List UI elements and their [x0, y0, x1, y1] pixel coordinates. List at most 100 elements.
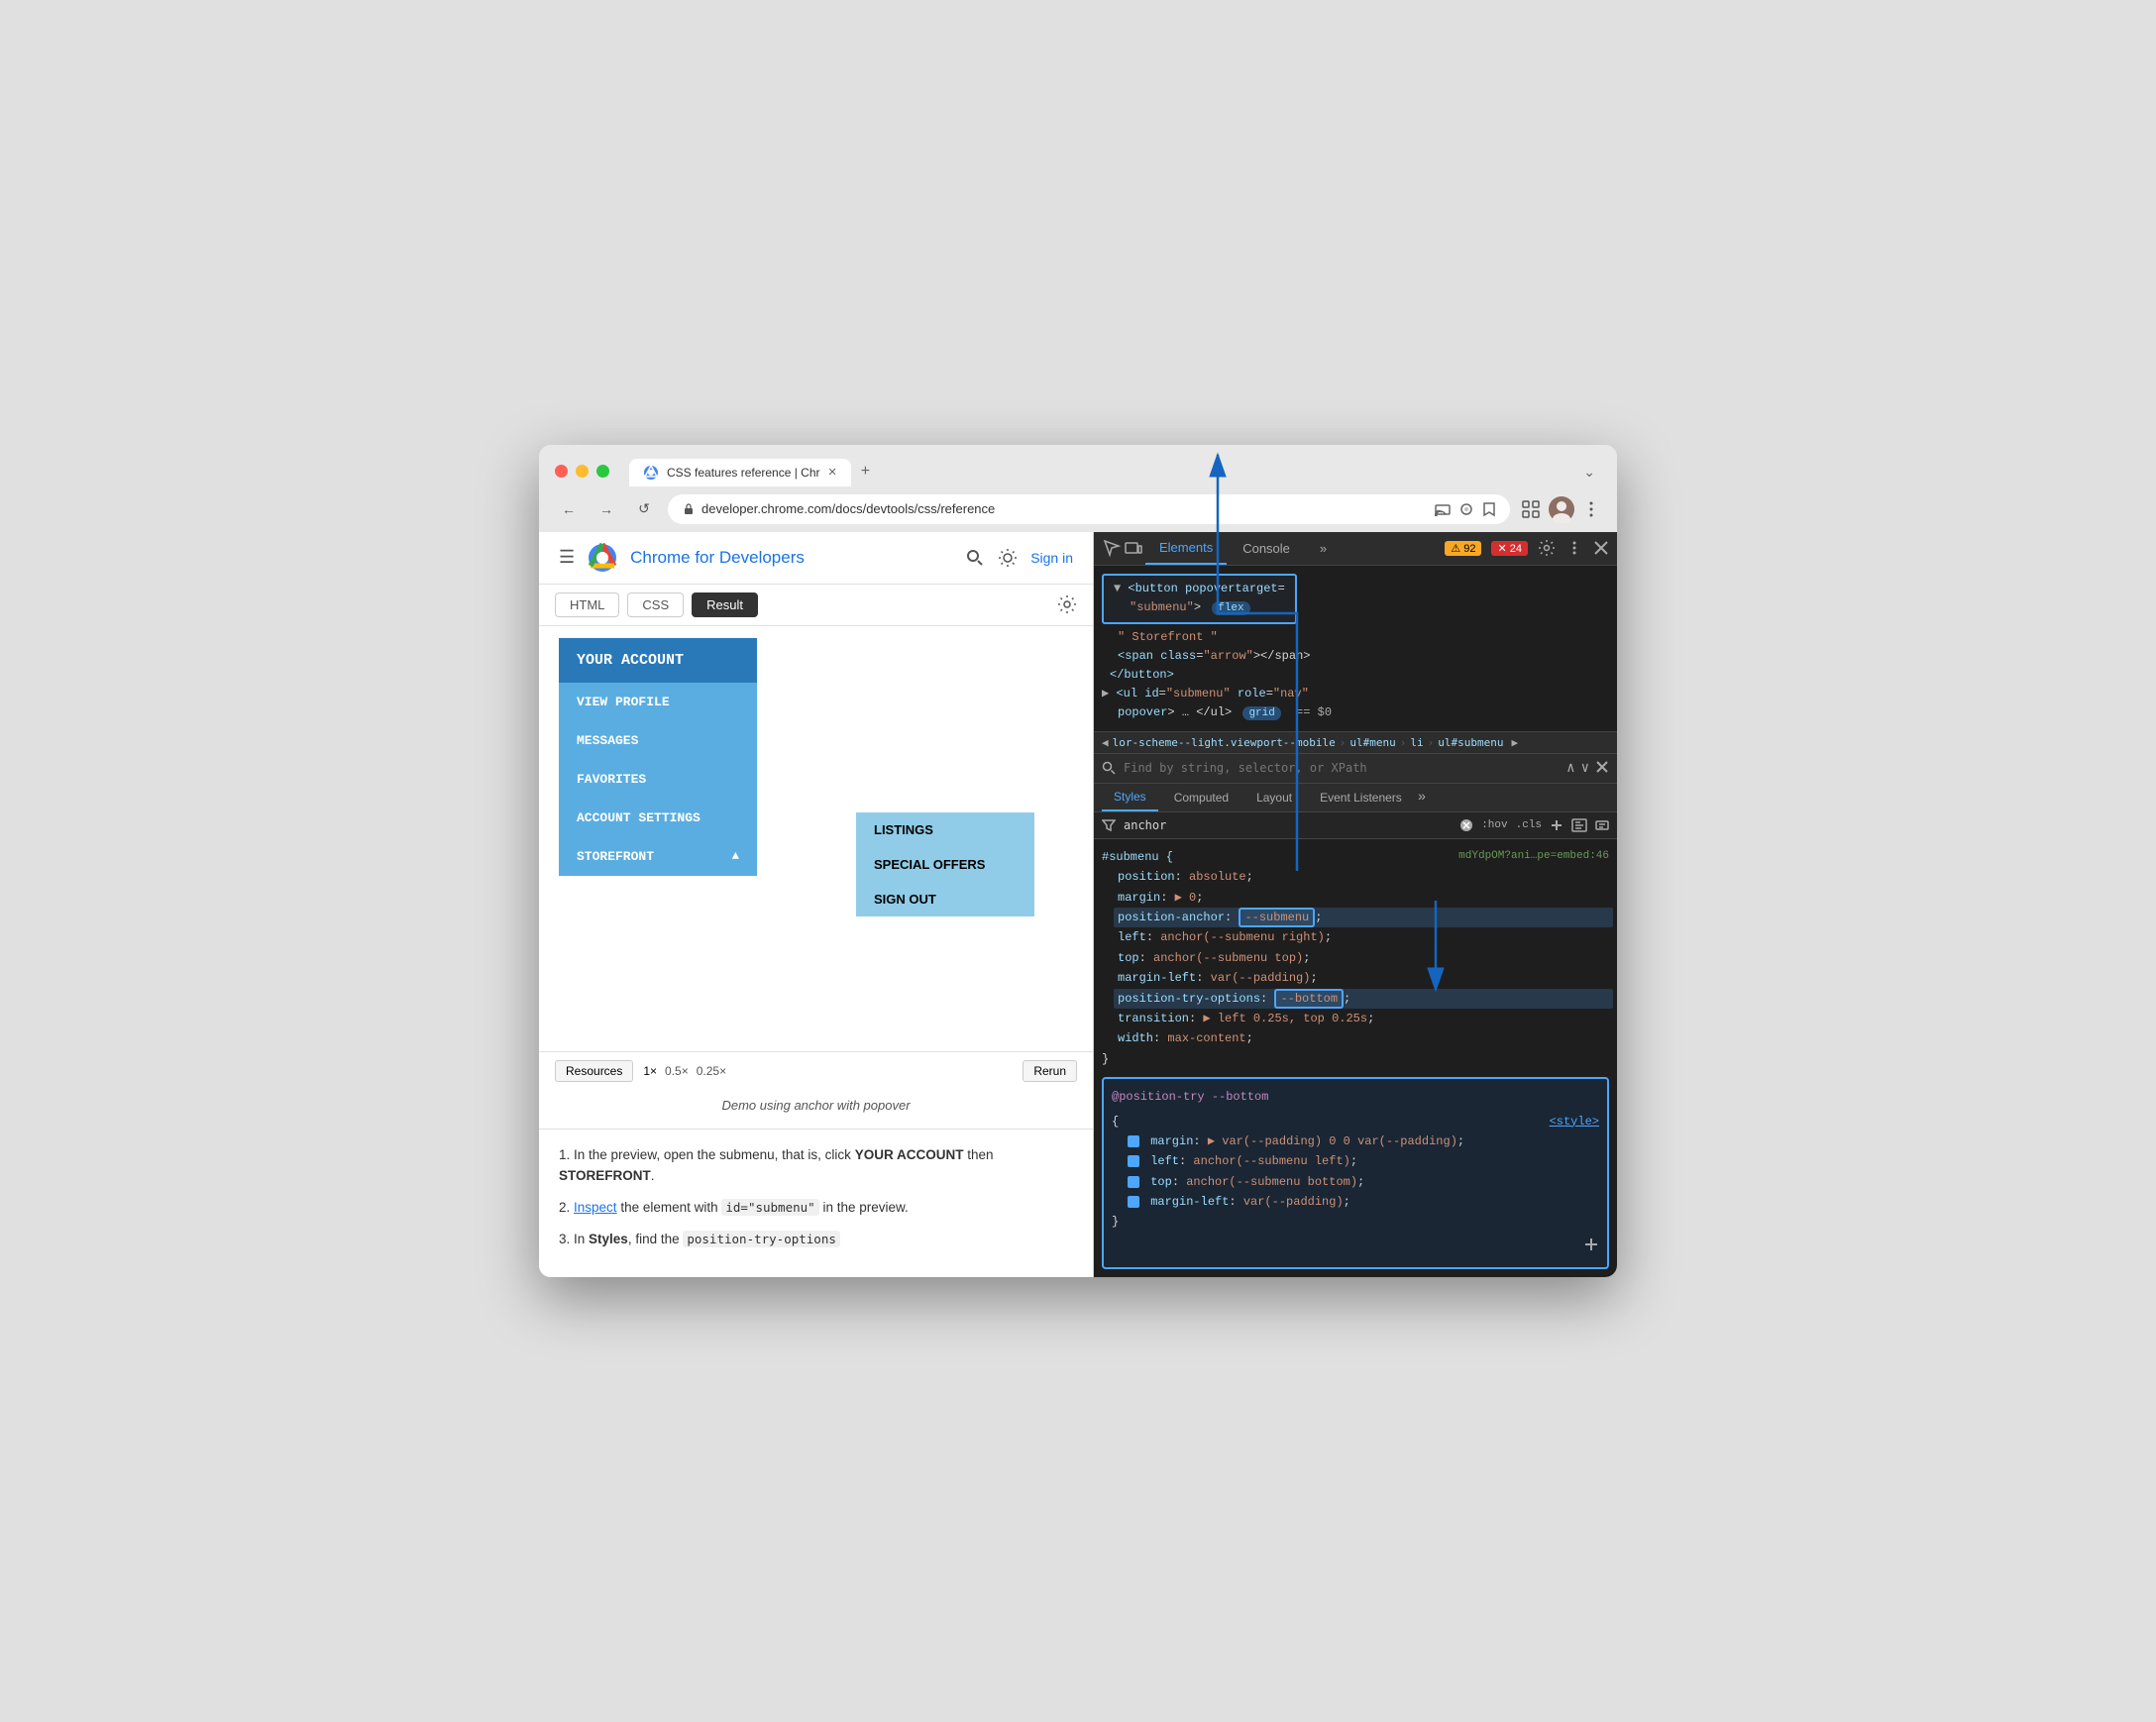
extensions-icon[interactable]: [1520, 498, 1542, 520]
menu-item-account-settings[interactable]: ACCOUNT SETTINGS: [559, 799, 757, 837]
instruction-number: 1.: [559, 1147, 570, 1162]
rerun-button[interactable]: Rerun: [1023, 1060, 1077, 1082]
position-try-header: @position-try --bottom: [1112, 1087, 1599, 1107]
devtools-settings-icon[interactable]: [1538, 539, 1556, 557]
breadcrumb-li[interactable]: li: [1410, 736, 1423, 749]
maximize-button[interactable]: [596, 465, 609, 478]
devtools-close-icon[interactable]: [1593, 540, 1609, 556]
close-button[interactable]: [555, 465, 568, 478]
add-rule-icon[interactable]: [1583, 1237, 1599, 1252]
zoom-1x[interactable]: 1×: [643, 1064, 657, 1078]
bold-storefront: STOREFRONT: [559, 1168, 651, 1183]
minimize-button[interactable]: [576, 465, 589, 478]
browser-content: ☰ Chrome for Developers: [539, 532, 1094, 1278]
back-button[interactable]: ←: [555, 495, 583, 523]
breadcrumb-arrow-left[interactable]: ◀: [1102, 736, 1109, 749]
profile-icon[interactable]: [1548, 495, 1575, 523]
toggle-changes-icon[interactable]: [1595, 818, 1609, 832]
active-tab[interactable]: CSS features reference | Chr ✕: [629, 459, 851, 486]
html-storefront-text: " Storefront ": [1102, 630, 1218, 644]
element-selector-icon[interactable]: [1102, 538, 1122, 558]
checkbox-icon[interactable]: [1128, 1176, 1139, 1188]
breadcrumb-ul-menu[interactable]: ul#menu: [1349, 736, 1395, 749]
device-toolbar-icon[interactable]: [1124, 538, 1143, 558]
tab-computed[interactable]: Computed: [1162, 785, 1240, 810]
class-icon[interactable]: .cls: [1516, 819, 1542, 831]
more-tabs-icon[interactable]: »: [1418, 790, 1426, 806]
tab-close-icon[interactable]: ✕: [828, 466, 837, 479]
search-up-icon[interactable]: ∧: [1566, 760, 1574, 777]
menu-item-view-profile[interactable]: VIEW PROFILE: [559, 683, 757, 721]
position-try-open: { <style>: [1112, 1112, 1599, 1131]
css-rule-selector: #submenu { mdYdpOM?ani…pe=embed:46: [1102, 847, 1609, 867]
menu-icon[interactable]: [1581, 499, 1601, 519]
settings-icon[interactable]: [1057, 594, 1077, 614]
menu-item-messages[interactable]: MESSAGES: [559, 721, 757, 760]
instruction-2: 2. Inspect the element with id="submenu"…: [559, 1198, 1073, 1218]
menu-item-favorites[interactable]: FAVORITES: [559, 760, 757, 799]
pseudo-state-icon[interactable]: :hov: [1481, 819, 1507, 831]
tab-event-listeners[interactable]: Event Listeners: [1308, 785, 1414, 810]
checkbox-icon[interactable]: [1128, 1135, 1139, 1147]
forward-button[interactable]: →: [593, 495, 620, 523]
find-input[interactable]: [1124, 761, 1559, 775]
title-bar: CSS features reference | Chr ✕ + ⌄: [539, 445, 1617, 486]
tab-html[interactable]: HTML: [555, 592, 619, 617]
tab-more[interactable]: »: [1306, 533, 1341, 564]
clear-filter-icon[interactable]: [1459, 818, 1473, 832]
pt-prop-margin-left: margin-left: var(--padding);: [1128, 1192, 1599, 1212]
hamburger-icon[interactable]: ☰: [559, 547, 575, 568]
tab-layout[interactable]: Layout: [1244, 785, 1304, 810]
position-try-props: margin: ▶ var(--padding) 0 0 var(--paddi…: [1112, 1131, 1599, 1213]
filter-input[interactable]: [1124, 818, 1452, 832]
filter-bar: :hov .cls: [1094, 812, 1617, 839]
search-close-icon[interactable]: [1595, 760, 1609, 774]
menu-item-storefront[interactable]: STOREFRONT ▲: [559, 837, 757, 876]
new-tab-button[interactable]: +: [851, 457, 880, 486]
tab-result[interactable]: Result: [692, 592, 758, 617]
inspect-link[interactable]: Inspect: [574, 1200, 617, 1215]
tab-menu-icon[interactable]: ⌄: [1577, 458, 1601, 486]
sign-in-button[interactable]: Sign in: [1030, 550, 1073, 566]
search-icon[interactable]: [965, 548, 985, 568]
breadcrumb-arrow-right[interactable]: ▶: [1512, 736, 1519, 749]
tab-css[interactable]: CSS: [627, 592, 684, 617]
pt-prop-left: left: anchor(--submenu left);: [1128, 1151, 1599, 1171]
submenu-item-listings[interactable]: LISTINGS: [856, 812, 1034, 847]
tab-styles[interactable]: Styles: [1102, 784, 1158, 811]
checkbox-icon[interactable]: [1128, 1196, 1139, 1208]
bookmark-icon[interactable]: [1482, 501, 1496, 517]
arrow-icon: ▲: [732, 849, 739, 863]
search-down-icon[interactable]: ∨: [1581, 760, 1589, 777]
refresh-button[interactable]: ↺: [630, 495, 658, 523]
theme-icon[interactable]: [997, 547, 1019, 569]
resources-button[interactable]: Resources: [555, 1060, 633, 1082]
new-style-rule-icon[interactable]: [1571, 818, 1587, 832]
breadcrumb-color-scheme[interactable]: lor-scheme--light.viewport--mobile: [1113, 736, 1336, 749]
add-style-icon[interactable]: [1550, 818, 1563, 832]
submenu-item-special-offers[interactable]: SPECIAL OFFERS: [856, 847, 1034, 882]
tab-console[interactable]: Console: [1229, 533, 1304, 564]
site-title: Chrome for Developers: [630, 548, 805, 568]
search-bar: ∧ ∨: [1094, 754, 1617, 784]
breadcrumb-ul-submenu[interactable]: ul#submenu: [1438, 736, 1503, 749]
checkbox-icon[interactable]: [1128, 1155, 1139, 1167]
instruction-3: 3. In Styles, find the position-try-opti…: [559, 1230, 1073, 1249]
site-header: ☰ Chrome for Developers: [539, 532, 1093, 585]
lens-icon[interactable]: [1458, 502, 1474, 516]
zoom-05x[interactable]: 0.5×: [665, 1064, 689, 1078]
menu-header[interactable]: YOUR ACCOUNT: [559, 638, 757, 683]
zoom-025x[interactable]: 0.25×: [697, 1064, 726, 1078]
submenu-item-sign-out[interactable]: SIGN OUT: [856, 882, 1034, 916]
css-prop-top: top: anchor(--submenu top);: [1118, 948, 1609, 968]
css-prop-position: position: absolute;: [1118, 867, 1609, 887]
css-rule-close: }: [1102, 1049, 1609, 1069]
html-span-line: <span class="arrow"></span>: [1102, 649, 1310, 663]
style-tag-link[interactable]: <style>: [1550, 1112, 1599, 1131]
address-field[interactable]: developer.chrome.com/docs/devtools/css/r…: [668, 494, 1510, 524]
tab-title: CSS features reference | Chr: [667, 466, 820, 480]
devtools-menu-icon[interactable]: [1565, 539, 1583, 557]
error-icon: ✕: [1497, 543, 1506, 555]
cast-icon[interactable]: [1435, 502, 1451, 516]
tab-elements[interactable]: Elements: [1145, 532, 1227, 565]
